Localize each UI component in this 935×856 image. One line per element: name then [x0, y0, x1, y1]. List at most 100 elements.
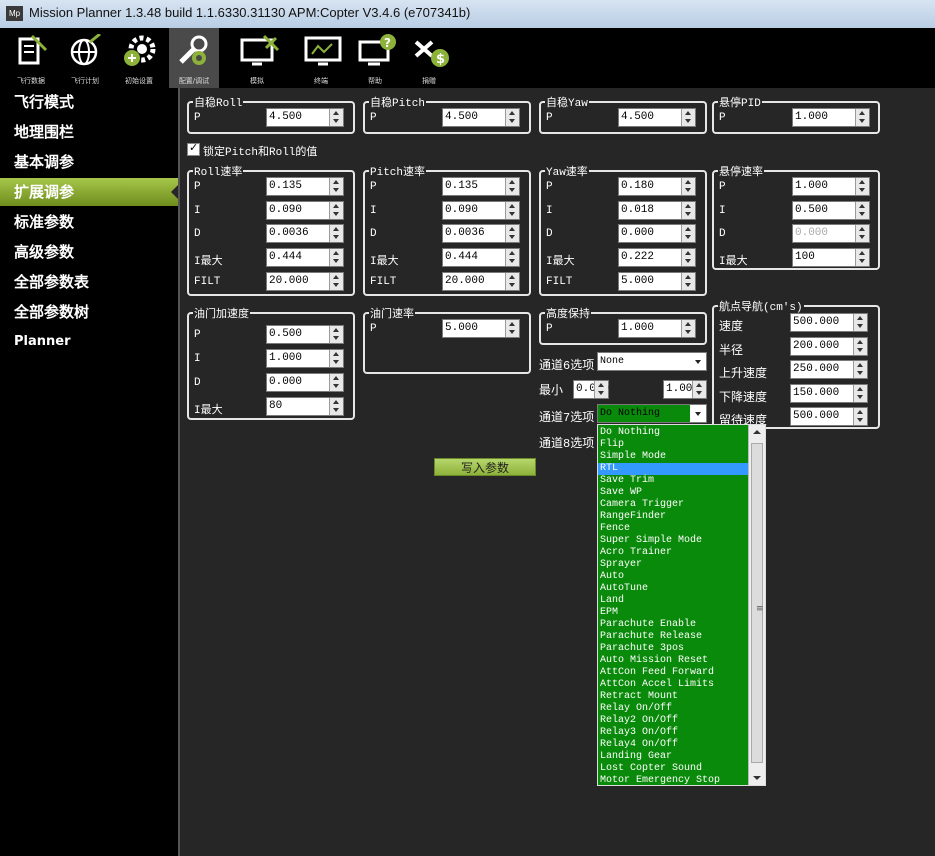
spin-arrows[interactable] [681, 320, 695, 337]
spin-arrows[interactable] [853, 408, 867, 425]
spin-arrows[interactable] [594, 381, 608, 398]
dropdown-option[interactable]: Lost Copter Sound [598, 763, 748, 775]
throttle-rate-p-input[interactable]: 5.000 [442, 319, 520, 338]
dropdown-option[interactable]: RangeFinder [598, 511, 748, 523]
rate-pitch-p-input[interactable]: 0.135 [442, 177, 520, 196]
spin-arrows[interactable] [681, 225, 695, 242]
sidebar-item-extended-tuning[interactable]: 扩展调参 [0, 178, 178, 206]
spin-arrows[interactable] [855, 249, 869, 266]
sidebar-item-advanced-params[interactable]: 高级参数 [0, 238, 178, 266]
spin-arrows[interactable] [329, 326, 343, 343]
dropdown-option[interactable]: Auto [598, 571, 748, 583]
dropdown-option[interactable]: Flip [598, 439, 748, 451]
spin-arrows[interactable] [853, 338, 867, 355]
ch6-max-input[interactable]: 1.000 [663, 380, 707, 399]
spin-arrows[interactable] [681, 109, 695, 126]
chevron-down-icon[interactable] [690, 353, 706, 370]
toolbar-help[interactable]: ? 帮助 [350, 28, 400, 88]
scroll-thumb[interactable]: ≡ [751, 443, 764, 763]
lock-pitch-roll-checkbox[interactable] [187, 141, 200, 156]
toolbar-flight-plan[interactable]: 飞行计划 [60, 28, 110, 88]
wpnav-descent-speed-input[interactable]: 150.000 [790, 384, 868, 403]
spin-arrows[interactable] [853, 314, 867, 331]
chevron-down-icon[interactable] [690, 405, 706, 422]
ch6-select[interactable]: None [597, 352, 707, 371]
spin-arrows[interactable] [329, 374, 343, 391]
sidebar-item-full-param-tree[interactable]: 全部参数树 [0, 298, 178, 326]
throttle-accel-i-input[interactable]: 1.000 [266, 349, 344, 368]
sidebar-item-full-param-list[interactable]: 全部参数表 [0, 268, 178, 296]
spin-arrows[interactable] [329, 273, 343, 290]
loiter-rate-i-input[interactable]: 0.500 [792, 201, 870, 220]
dropdown-option[interactable]: Fence [598, 523, 748, 535]
rate-yaw-d-input[interactable]: 0.000 [618, 224, 696, 243]
spin-arrows[interactable] [855, 178, 869, 195]
dropdown-option[interactable]: Relay On/Off [598, 703, 748, 715]
spin-arrows[interactable] [681, 202, 695, 219]
rate-pitch-filt-input[interactable]: 20.000 [442, 272, 520, 291]
rate-roll-imax-input[interactable]: 0.444 [266, 248, 344, 267]
throttle-accel-imax-input[interactable]: 80 [266, 397, 344, 416]
throttle-accel-d-input[interactable]: 0.000 [266, 373, 344, 392]
dropdown-option[interactable]: Retract Mount [598, 691, 748, 703]
wpnav-speed-input[interactable]: 500.000 [790, 313, 868, 332]
spin-arrows[interactable] [329, 398, 343, 415]
toolbar-initial-setup[interactable]: 初始设置 [114, 28, 164, 88]
spin-arrows[interactable] [505, 109, 519, 126]
sidebar-item-basic-tuning[interactable]: 基本调参 [0, 148, 178, 176]
dropdown-option[interactable]: RTL [598, 463, 748, 475]
dropdown-option[interactable]: Land [598, 595, 748, 607]
dropdown-option[interactable]: Parachute 3pos [598, 643, 748, 655]
spin-arrows[interactable] [329, 249, 343, 266]
wpnav-climb-speed-input[interactable]: 250.000 [790, 360, 868, 379]
spin-arrows[interactable] [505, 320, 519, 337]
dropdown-option[interactable]: Motor Emergency Stop [598, 775, 748, 787]
spin-arrows[interactable] [681, 249, 695, 266]
stab-yaw-p-input[interactable]: 4.500 [618, 108, 696, 127]
spin-arrows[interactable] [329, 202, 343, 219]
spin-arrows[interactable] [505, 249, 519, 266]
dropdown-option[interactable]: Do Nothing [598, 427, 748, 439]
rate-roll-p-input[interactable]: 0.135 [266, 177, 344, 196]
spin-arrows[interactable] [692, 381, 706, 398]
dropdown-option[interactable]: Camera Trigger [598, 499, 748, 511]
spin-arrows[interactable] [329, 178, 343, 195]
toolbar-terminal[interactable]: 终端 [296, 28, 346, 88]
sidebar-item-geofence[interactable]: 地理围栏 [0, 118, 178, 146]
sidebar-item-planner[interactable]: Planner [0, 328, 178, 356]
spin-arrows[interactable] [853, 361, 867, 378]
rate-pitch-d-input[interactable]: 0.0036 [442, 224, 520, 243]
rate-yaw-p-input[interactable]: 0.180 [618, 177, 696, 196]
wpnav-loiter-speed-input[interactable]: 500.000 [790, 407, 868, 426]
dropdown-scrollbar[interactable]: ≡ [748, 425, 765, 785]
rate-yaw-i-input[interactable]: 0.018 [618, 201, 696, 220]
loiter-rate-p-input[interactable]: 1.000 [792, 177, 870, 196]
dropdown-option[interactable]: Simple Mode [598, 451, 748, 463]
dropdown-option[interactable]: Sprayer [598, 559, 748, 571]
spin-arrows[interactable] [855, 202, 869, 219]
spin-arrows[interactable] [329, 225, 343, 242]
dropdown-option[interactable]: Acro Trainer [598, 547, 748, 559]
toolbar-flight-data[interactable]: 飞行数据 [6, 28, 56, 88]
spin-arrows[interactable] [505, 178, 519, 195]
spin-arrows[interactable] [855, 109, 869, 126]
alt-hold-p-input[interactable]: 1.000 [618, 319, 696, 338]
spin-arrows[interactable] [329, 350, 343, 367]
loiter-pid-p-input[interactable]: 1.000 [792, 108, 870, 127]
toolbar-simulation[interactable]: 模拟 [232, 28, 282, 88]
dropdown-option[interactable]: EPM [598, 607, 748, 619]
rate-roll-d-input[interactable]: 0.0036 [266, 224, 344, 243]
sidebar-item-flight-modes[interactable]: 飞行模式 [0, 88, 178, 116]
dropdown-option[interactable]: Auto Mission Reset [598, 655, 748, 667]
sidebar-item-standard-params[interactable]: 标准参数 [0, 208, 178, 236]
throttle-accel-p-input[interactable]: 0.500 [266, 325, 344, 344]
spin-arrows[interactable] [505, 225, 519, 242]
stab-roll-p-input[interactable]: 4.500 [266, 108, 344, 127]
spin-arrows[interactable] [681, 273, 695, 290]
dropdown-option[interactable]: Relay4 On/Off [598, 739, 748, 751]
spin-arrows[interactable] [681, 178, 695, 195]
spin-arrows[interactable] [505, 202, 519, 219]
dropdown-option[interactable]: Parachute Enable [598, 619, 748, 631]
spin-arrows[interactable] [329, 109, 343, 126]
dropdown-option[interactable]: AttCon Feed Forward [598, 667, 748, 679]
